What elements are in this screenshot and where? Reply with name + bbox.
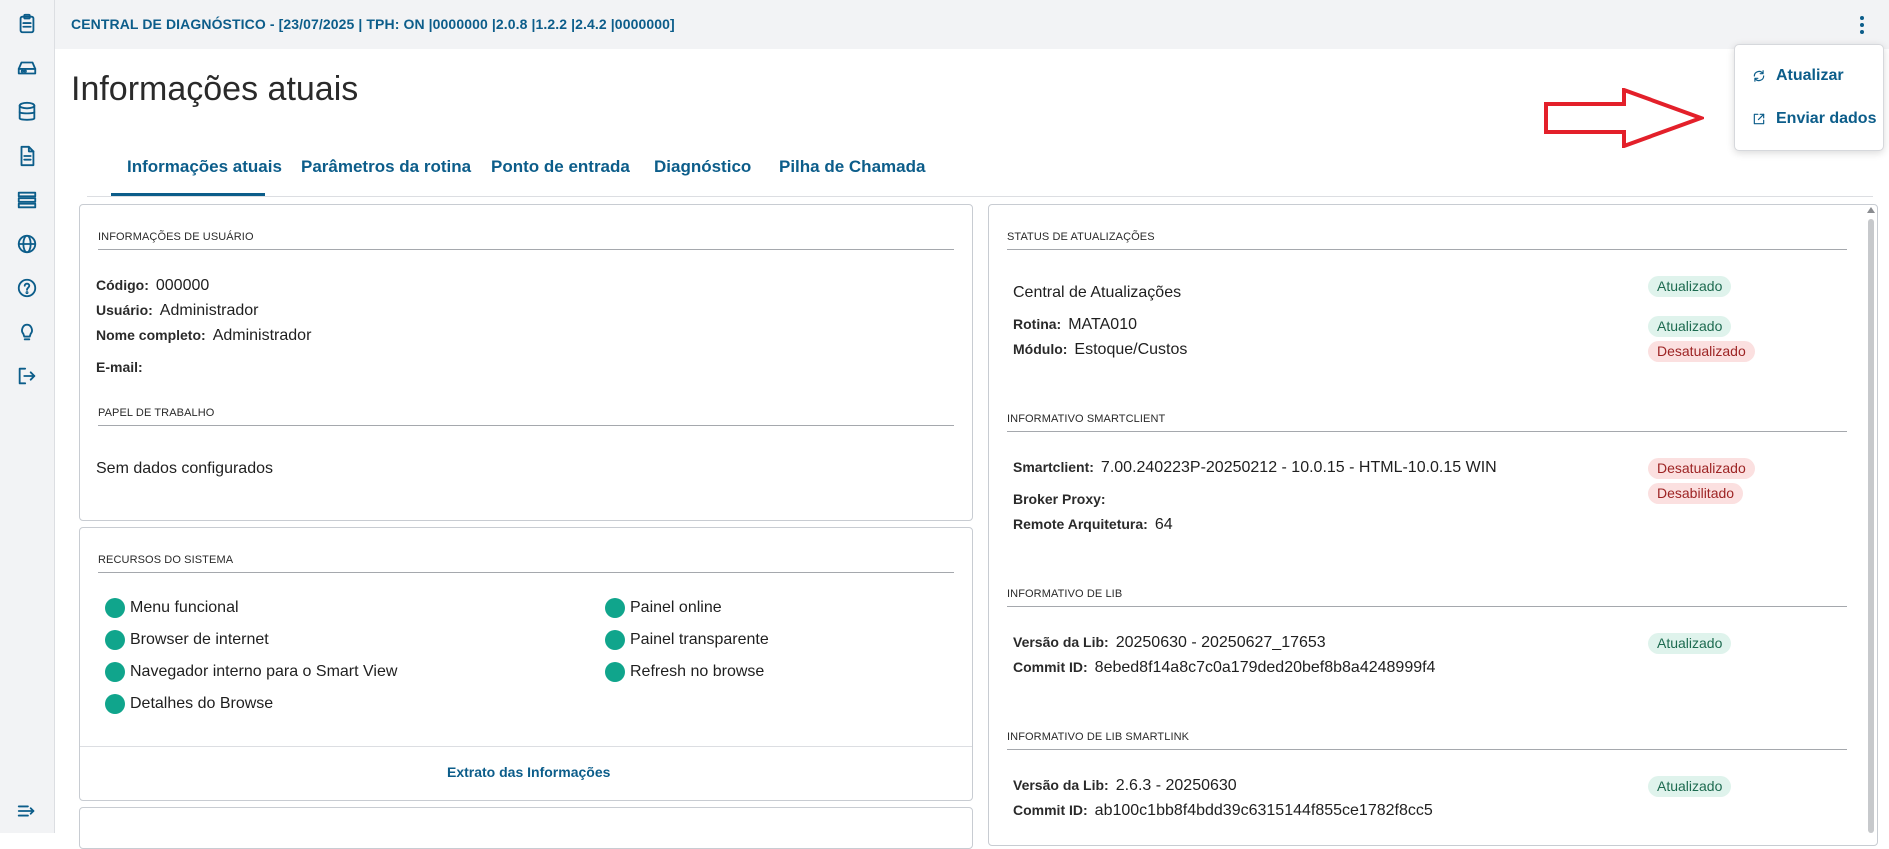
logout-icon[interactable] — [14, 363, 40, 389]
divider — [1007, 749, 1847, 750]
enviar-dados-menu-item[interactable]: Enviar dados — [1752, 107, 1876, 131]
sidebar — [0, 0, 55, 833]
recurso-item: Painel transparente — [630, 631, 769, 648]
divider — [98, 249, 954, 250]
divider — [1007, 249, 1847, 250]
status-dot — [605, 662, 625, 682]
smartclient-section-label: INFORMATIVO SMARTCLIENT — [1007, 413, 1166, 425]
status-dot — [105, 662, 125, 682]
central-atualizacoes-label: Central de Atualizações — [1013, 284, 1182, 301]
recurso-item: Menu funcional — [130, 599, 239, 616]
kebab-menu-icon[interactable] — [1853, 12, 1871, 38]
status-dot — [105, 598, 125, 618]
status-badge: Atualizado — [1648, 316, 1732, 337]
status-badge: Desatualizado — [1648, 341, 1755, 362]
nome-completo-field: Nome completo: Administrador — [96, 327, 312, 344]
status-badge: Desabilitado — [1648, 483, 1744, 504]
modulo-field: Módulo: Estoque/Custos — [1013, 341, 1188, 358]
tab-bar: Informações atuais Parâmetros da rotina … — [87, 145, 1873, 197]
lib-section-label: INFORMATIVO DE LIB — [1007, 588, 1123, 600]
recurso-item: Refresh no browse — [630, 663, 765, 680]
tab-pilha-chamada[interactable]: Pilha de Chamada — [779, 157, 925, 177]
recurso-item: Browser de internet — [130, 631, 269, 648]
actions-menu: Atualizar Enviar dados — [1734, 44, 1884, 151]
tab-ponto-entrada[interactable]: Ponto de entrada — [491, 157, 630, 177]
codigo-field: Código: 000000 — [96, 277, 210, 294]
document-icon[interactable] — [14, 143, 40, 169]
divider — [80, 746, 972, 747]
header-bar: CENTRAL DE DIAGNÓSTICO - [23/07/2025 | T… — [55, 0, 1889, 49]
refresh-icon — [1753, 70, 1765, 82]
hard-drive-icon[interactable] — [14, 55, 40, 81]
status-section-label: STATUS DE ATUALIZAÇÕES — [1007, 231, 1155, 243]
status-dot — [105, 694, 125, 714]
tab-parametros-rotina[interactable]: Parâmetros da rotina — [301, 157, 471, 177]
collapse-menu-icon[interactable] — [14, 798, 40, 824]
divider — [98, 572, 954, 573]
atualizar-menu-item[interactable]: Atualizar — [1752, 64, 1844, 88]
lib-smartlink-section-label: INFORMATIVO DE LIB SMARTLINK — [1007, 731, 1190, 743]
papel-section-label: PAPEL DE TRABALHO — [98, 407, 215, 419]
user-info-section-label: INFORMAÇÕES DE USUÁRIO — [98, 231, 254, 243]
atualizar-label: Atualizar — [1776, 67, 1844, 84]
status-badge: Atualizado — [1648, 633, 1732, 654]
divider — [1007, 431, 1847, 432]
broker-proxy-field: Broker Proxy: — [1013, 491, 1106, 507]
status-badge: Atualizado — [1648, 276, 1732, 297]
versao-lib-smartlink-field: Versão da Lib: 2.6.3 - 20250630 — [1013, 777, 1237, 794]
enviar-dados-label: Enviar dados — [1776, 110, 1877, 127]
commit-id-field: Commit ID: 8ebed8f14a8c7c0a179ded20bef8b8… — [1013, 659, 1436, 676]
header-title: CENTRAL DE DIAGNÓSTICO - [23/07/2025 | T… — [71, 16, 675, 32]
rotina-field: Rotina: MATA010 — [1013, 316, 1137, 333]
tab-informacoes-atuais[interactable]: Informações atuais — [127, 157, 282, 177]
status-dot — [605, 598, 625, 618]
status-card: STATUS DE ATUALIZAÇÕES Central de Atuali… — [988, 204, 1878, 846]
clipboard-icon[interactable] — [14, 11, 40, 37]
status-badge: Atualizado — [1648, 776, 1732, 797]
smartclient-field: Smartclient: 7.00.240223P-20250212 - 10.0… — [1013, 459, 1497, 476]
scroll-thumb[interactable] — [1868, 219, 1874, 833]
page-title: Informações atuais — [71, 70, 359, 108]
lightbulb-icon[interactable] — [14, 319, 40, 345]
divider — [1007, 606, 1847, 607]
status-badge: Desatualizado — [1648, 458, 1755, 479]
versao-lib-field: Versão da Lib: 20250630 - 20250627_17653 — [1013, 634, 1326, 651]
help-icon[interactable] — [14, 275, 40, 301]
server-icon[interactable] — [14, 187, 40, 213]
scrollbar[interactable] — [1866, 205, 1876, 833]
status-dot — [605, 630, 625, 650]
usuario-field: Usuário: Administrador — [96, 302, 259, 319]
email-field: E-mail: — [96, 359, 143, 375]
database-icon[interactable] — [14, 99, 40, 125]
recurso-item: Navegador interno para o Smart View — [130, 663, 398, 680]
additional-card — [79, 807, 973, 849]
active-tab-indicator — [111, 193, 265, 196]
user-info-card: INFORMAÇÕES DE USUÁRIO Código: 000000 Usu… — [79, 204, 973, 521]
recurso-item: Detalhes do Browse — [130, 695, 274, 712]
status-dot — [105, 630, 125, 650]
recursos-card: RECURSOS DO SISTEMA Menu funcional Brows… — [79, 527, 973, 801]
recursos-section-label: RECURSOS DO SISTEMA — [98, 554, 234, 566]
remote-arquitetura-field: Remote Arquitetura: 64 — [1013, 516, 1173, 533]
globe-icon[interactable] — [14, 231, 40, 257]
red-arrow-annotation — [1544, 88, 1704, 148]
external-link-icon — [1753, 113, 1765, 125]
tab-diagnostico[interactable]: Diagnóstico — [654, 157, 751, 177]
recurso-item: Painel online — [630, 599, 722, 616]
commit-id-smartlink-field: Commit ID: ab100c1bb8f4bdd39c6315144f855c… — [1013, 802, 1433, 819]
scroll-up-arrow-icon[interactable] — [1867, 207, 1875, 213]
extrato-link[interactable]: Extrato das Informações — [447, 764, 610, 780]
papel-text: Sem dados configurados — [96, 460, 273, 477]
divider — [98, 425, 954, 426]
